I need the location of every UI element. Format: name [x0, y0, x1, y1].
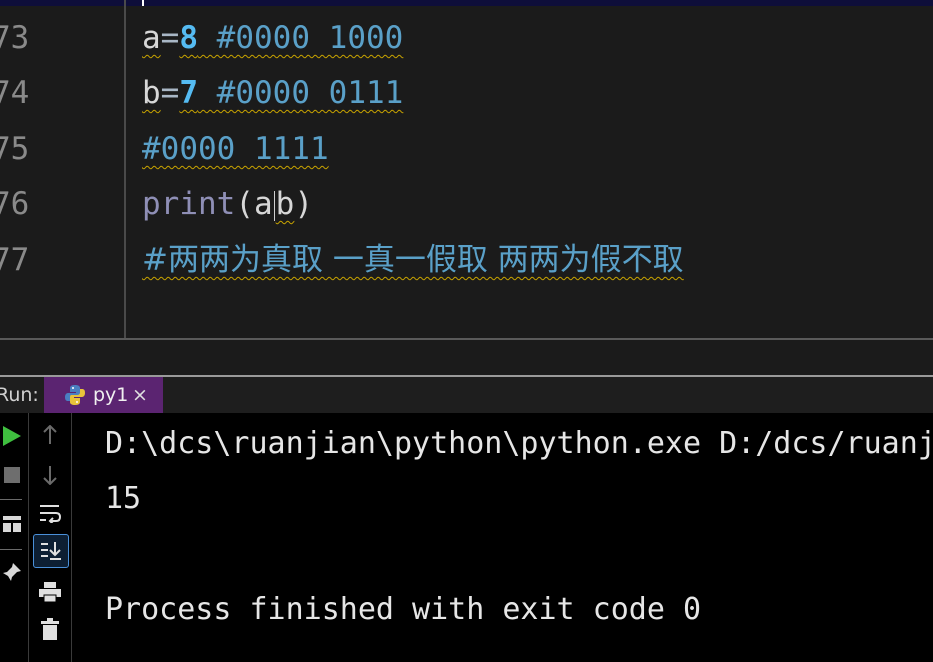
variable-token: b [142, 75, 161, 111]
console-tool-strip [29, 413, 71, 662]
trash-icon[interactable] [29, 612, 71, 646]
code-line[interactable]: #两两为真取 一真一假取 两两为假不取 [142, 240, 684, 280]
editor-top-bar [0, 0, 933, 6]
paren-token: ( [235, 186, 254, 222]
comment-token: #0000 1000 [198, 20, 404, 56]
console-line: 15 [105, 481, 142, 516]
run-label: Run: [0, 384, 39, 406]
close-icon[interactable]: × [132, 377, 148, 413]
up-arrow-icon[interactable] [29, 418, 71, 452]
run-controls-strip [0, 413, 30, 662]
variable-token: a [142, 20, 161, 56]
argument-token: a [254, 186, 273, 222]
toolbar-divider [0, 549, 22, 550]
operator-token: = [160, 20, 180, 56]
layout-icon[interactable] [0, 509, 24, 539]
gutter-separator [124, 0, 126, 338]
code-editor[interactable]: 73 74 75 76 77 a=8 #0000 1000 b=7 #0000 … [0, 0, 933, 338]
run-icon[interactable] [0, 421, 24, 451]
panel-splitter-area [0, 340, 933, 375]
text-caret-marker [142, 0, 144, 6]
run-tool-window-header: Run: py1 × [0, 377, 933, 413]
number-token: 7 [179, 75, 199, 111]
function-token: print [142, 186, 236, 222]
paren-token: ) [294, 186, 314, 222]
line-number: 76 [0, 186, 30, 222]
pin-icon[interactable] [0, 557, 24, 587]
line-number: 74 [0, 75, 30, 111]
code-line[interactable]: #0000 1111 [142, 129, 329, 169]
stop-icon[interactable] [0, 460, 24, 490]
number-token: 8 [179, 20, 199, 56]
tab-label: py1 [93, 384, 129, 406]
python-icon [65, 385, 85, 405]
console-output[interactable]: D:\dcs\ruanjian\python\python.exe D:/dcs… [72, 413, 933, 662]
run-tab-py1[interactable]: py1 × [44, 377, 163, 413]
scroll-to-end-icon[interactable] [33, 534, 69, 568]
code-line[interactable]: print(ab) [142, 184, 313, 224]
code-line[interactable]: b=7 #0000 0111 [142, 73, 403, 113]
console-line: Process finished with exit code 0 [105, 592, 702, 627]
line-number: 77 [0, 242, 30, 278]
line-number: 73 [0, 20, 30, 56]
print-icon[interactable] [29, 575, 71, 609]
code-line[interactable]: a=8 #0000 1000 [142, 18, 403, 58]
operator-token: = [160, 75, 180, 111]
comment-token: #0000 1111 [142, 131, 329, 167]
soft-wrap-icon[interactable] [29, 496, 71, 530]
comment-token: #0000 0111 [198, 75, 404, 111]
toolbar-divider [0, 499, 22, 500]
text-caret [273, 190, 275, 221]
operator-token: b [275, 186, 295, 222]
console-line: D:\dcs\ruanjian\python\python.exe D:/dcs… [105, 426, 933, 461]
line-number: 75 [0, 131, 30, 167]
comment-token: #两两为真取 一真一假取 两两为假不取 [142, 242, 684, 278]
down-arrow-icon[interactable] [29, 458, 71, 492]
